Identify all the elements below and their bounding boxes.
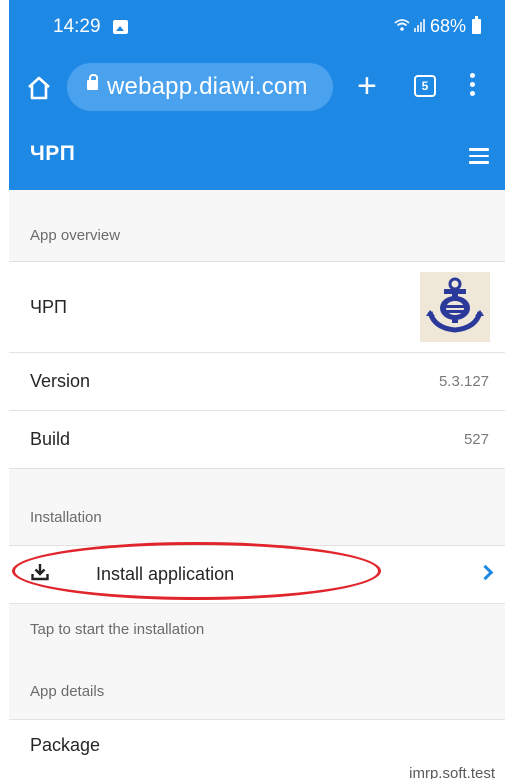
tabs-icon[interactable]: 5: [414, 75, 436, 97]
browser-toolbar: webapp.diawi.com + 5: [9, 58, 505, 120]
wifi-icon: [394, 18, 410, 36]
section-header-overview: App overview: [9, 190, 505, 262]
package-value: imrp.soft.test: [409, 765, 495, 779]
signal-icon: [413, 16, 426, 37]
battery-percent: 68%: [429, 16, 466, 36]
section-title: App overview: [30, 227, 121, 244]
top-header: 14:29 68% webapp.diawi.com + 5 ЧРП: [9, 0, 505, 190]
build-value: 527: [463, 431, 489, 448]
section-header-installation: Installation: [9, 469, 505, 546]
image-icon: [113, 20, 128, 34]
anchor-logo-icon: [420, 272, 490, 342]
main-content: App overview ЧРП Version 5.3.127 Build 5…: [9, 190, 505, 779]
app-screen: 14:29 68% webapp.diawi.com + 5 ЧРП App o…: [0, 0, 505, 779]
build-label: Build: [30, 429, 71, 449]
lock-icon: [87, 74, 98, 90]
build-row: Build 527: [9, 411, 505, 469]
package-row: Package imrp.soft.test: [9, 720, 505, 779]
chevron-right-icon: [477, 564, 494, 581]
annotation-ellipse: [12, 542, 381, 600]
section-title: App details: [30, 683, 105, 700]
status-bar: 14:29 68%: [9, 0, 505, 58]
installation-hint-area: Tap to start the installation App detail…: [9, 604, 505, 720]
package-label: Package: [30, 735, 101, 755]
version-label: Version: [30, 371, 91, 391]
status-right: 68%: [394, 16, 481, 37]
section-title: Installation: [30, 509, 102, 526]
left-edge: [0, 0, 9, 779]
address-bar[interactable]: webapp.diawi.com: [67, 63, 333, 111]
battery-icon: [472, 16, 481, 34]
version-value: 5.3.127: [438, 373, 489, 390]
app-bar: ЧРП: [9, 120, 505, 190]
app-name: ЧРП: [30, 297, 67, 317]
installation-hint: Tap to start the installation: [30, 621, 205, 638]
hamburger-icon[interactable]: [469, 148, 489, 164]
home-icon[interactable]: [23, 72, 55, 104]
plus-icon[interactable]: +: [357, 66, 377, 106]
url-text: webapp.diawi.com: [107, 73, 308, 100]
menu-dots-icon[interactable]: [470, 73, 476, 99]
app-bar-title: ЧРП: [30, 142, 76, 165]
app-name-row: ЧРП: [9, 262, 505, 353]
version-row: Version 5.3.127: [9, 353, 505, 411]
status-time: 14:29: [53, 16, 101, 37]
